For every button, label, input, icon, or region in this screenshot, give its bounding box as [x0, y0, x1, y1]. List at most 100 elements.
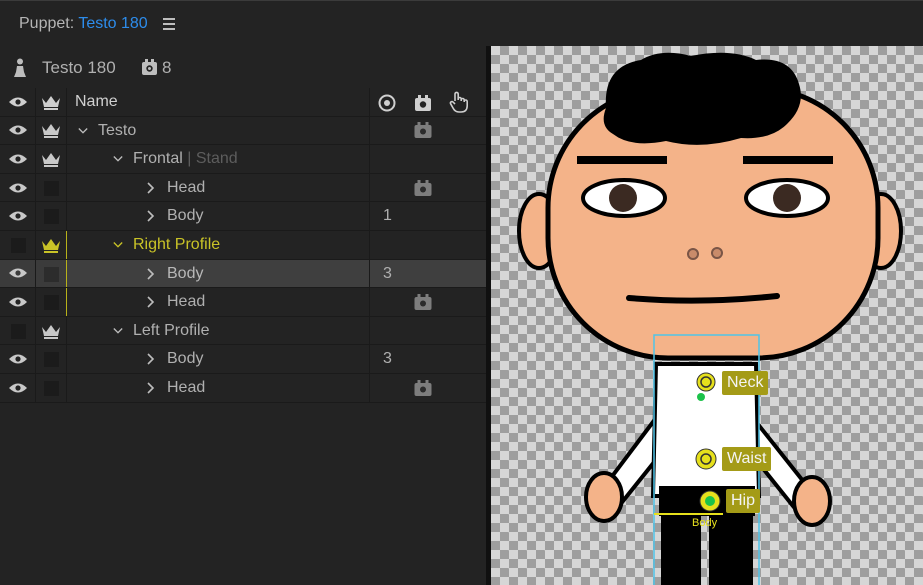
visibility-cell — [0, 373, 36, 402]
header-visibility-column — [0, 88, 36, 116]
eye-icon[interactable] — [8, 296, 28, 308]
crown-toggle[interactable] — [44, 352, 59, 368]
crown-icon[interactable] — [41, 323, 61, 339]
crown-cell — [36, 345, 67, 373]
visibility-toggle[interactable] — [11, 237, 26, 253]
table-row[interactable]: Frontal | Stand — [0, 145, 488, 174]
eye-icon[interactable] — [8, 210, 28, 222]
chevron-right-icon[interactable] — [146, 267, 156, 280]
eye-icon[interactable] — [8, 382, 28, 394]
count-cell — [370, 145, 488, 173]
panel-title-bar: Puppet: Testo 180 — [0, 0, 923, 46]
table-row[interactable]: Head — [0, 373, 488, 403]
table-row[interactable]: Testo — [0, 116, 488, 146]
panel-title-prefix: Puppet: — [19, 15, 75, 32]
crown-cell — [36, 202, 67, 230]
chevron-down-icon[interactable] — [113, 239, 123, 251]
table-row[interactable]: Right Profile — [0, 230, 488, 260]
count-cell — [370, 317, 488, 345]
row-name: Testo — [98, 121, 137, 139]
header-name-label: Name — [75, 93, 118, 110]
crown-icon[interactable] — [41, 94, 61, 110]
row-name: Body — [167, 207, 204, 225]
crown-toggle[interactable] — [44, 209, 59, 225]
crown-toggle[interactable] — [44, 295, 59, 311]
count-cell — [370, 174, 488, 202]
name-cell: Testo — [67, 116, 370, 145]
chevron-right-icon[interactable] — [146, 210, 156, 222]
camera-icon[interactable] — [414, 94, 432, 112]
crown-icon[interactable] — [41, 151, 61, 167]
chevron-right-icon[interactable] — [146, 353, 156, 365]
puppet-info-bar: Testo 180 8 — [0, 46, 488, 88]
hip-handle-tag[interactable]: Hip — [726, 489, 761, 513]
waist-handle-tag[interactable]: Waist — [722, 447, 772, 471]
eye-icon[interactable] — [8, 267, 28, 279]
name-cell: Head — [67, 288, 370, 316]
visibility-toggle[interactable] — [11, 323, 26, 339]
crown-icon[interactable] — [41, 237, 61, 253]
crown-cell — [36, 230, 67, 259]
puppet-count: 8 — [162, 58, 172, 77]
eye-icon[interactable] — [8, 182, 28, 194]
name-cell: Head — [67, 373, 370, 402]
visibility-cell — [0, 288, 36, 316]
crown-toggle[interactable] — [44, 380, 59, 396]
crown-cell — [36, 259, 67, 288]
scene-canvas[interactable]: Neck Waist Hip Body — [491, 46, 923, 585]
chevron-down-icon[interactable] — [113, 153, 123, 165]
row-name: Body — [167, 350, 204, 368]
count-cell: 1 — [370, 202, 488, 230]
name-cell: Right Profile — [67, 230, 370, 259]
name-cell: Left Profile — [67, 316, 370, 345]
crown-icon[interactable] — [41, 122, 61, 139]
chevron-right-icon[interactable] — [146, 296, 156, 308]
camera-icon — [414, 293, 432, 310]
eye-icon[interactable] — [8, 124, 28, 136]
visibility-cell — [0, 316, 36, 345]
table-row[interactable]: Body 3 — [0, 345, 488, 374]
chevron-right-icon[interactable] — [146, 182, 156, 194]
chevron-right-icon[interactable] — [146, 382, 156, 394]
count-cell: 3 — [370, 259, 488, 288]
table-row[interactable]: Left Profile — [0, 316, 488, 346]
menu-icon[interactable] — [163, 15, 175, 31]
name-cell: Body — [67, 259, 370, 288]
puppet-artwork — [517, 52, 903, 585]
neck-handle-tag[interactable]: Neck — [722, 371, 769, 395]
table-row[interactable]: Body 1 — [0, 202, 488, 231]
table-row[interactable]: Head — [0, 173, 488, 203]
visibility-cell — [0, 345, 36, 373]
eye-icon[interactable] — [8, 96, 28, 108]
header-crown-column — [36, 88, 67, 116]
crown-cell — [36, 116, 67, 145]
header-name-column[interactable]: Name — [67, 88, 370, 116]
name-cell: Frontal | Stand — [67, 145, 370, 173]
hand-icon[interactable] — [449, 91, 469, 113]
chevron-down-icon[interactable] — [113, 325, 123, 337]
table-row-selected[interactable]: Body 3 — [0, 259, 488, 289]
count-cell — [370, 231, 488, 259]
visibility-cell — [0, 173, 36, 202]
eye-icon[interactable] — [8, 353, 28, 365]
panel-title: Puppet: Testo 180 — [19, 15, 148, 33]
row-name: Head — [167, 378, 206, 396]
row-name: Frontal | Stand — [133, 150, 238, 168]
camera-icon — [414, 179, 432, 196]
row-name-main: Frontal — [133, 150, 183, 168]
table-row[interactable]: Head — [0, 288, 488, 317]
row-count: 3 — [383, 264, 392, 282]
eye-icon[interactable] — [8, 153, 28, 165]
row-count: 1 — [383, 207, 392, 225]
row-name: Body — [167, 264, 204, 282]
row-count: 3 — [383, 350, 392, 368]
crown-cell — [36, 145, 67, 173]
chevron-down-icon[interactable] — [78, 125, 88, 137]
panel-title-puppet-name[interactable]: Testo 180 — [78, 15, 147, 32]
visibility-cell — [0, 116, 36, 145]
crown-toggle[interactable] — [44, 266, 59, 282]
crown-toggle[interactable] — [44, 180, 59, 196]
name-cell: Body — [67, 345, 370, 373]
origin-icon[interactable] — [378, 94, 396, 112]
visibility-cell — [0, 145, 36, 173]
